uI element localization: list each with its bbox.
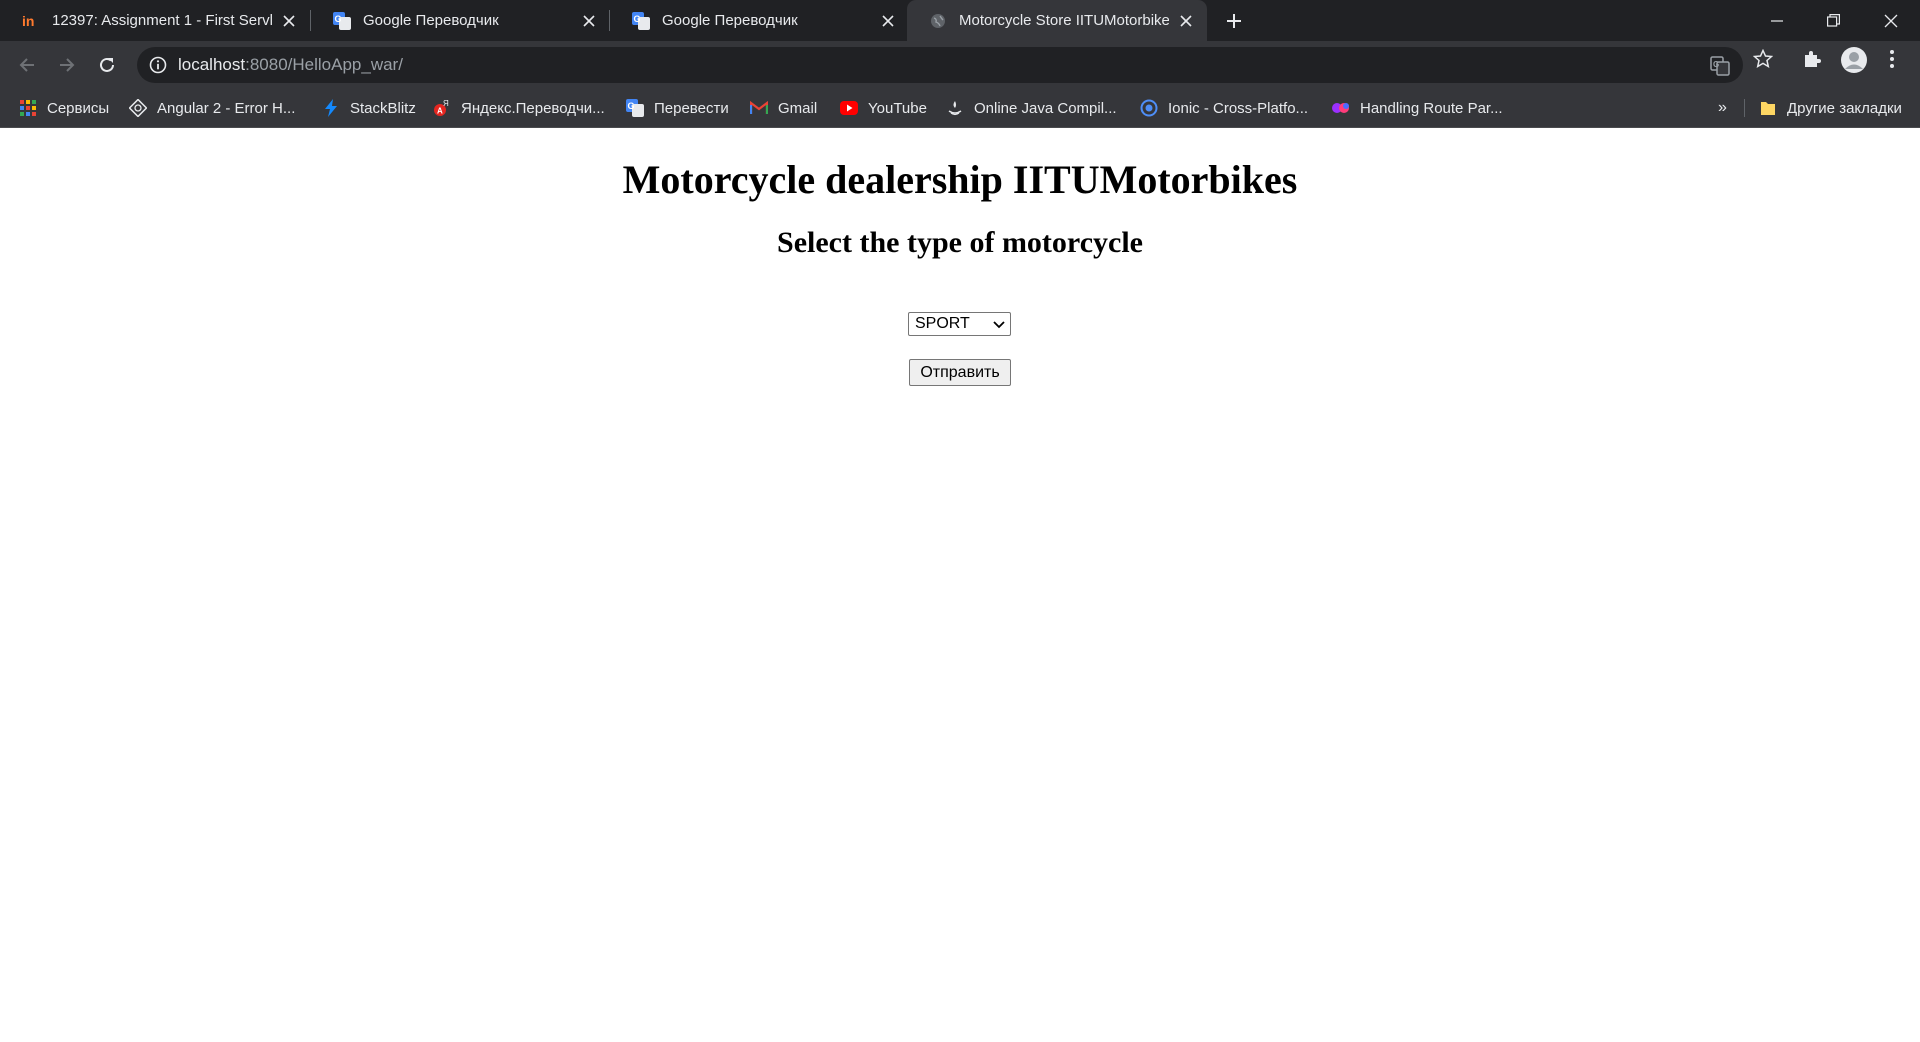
bookmark-label: Ionic - Cross-Platfo... (1168, 99, 1309, 117)
close-icon[interactable] (1177, 12, 1195, 30)
bookmark-other-folder[interactable]: Другие закладки (1759, 96, 1902, 120)
google-translate-icon: G (333, 11, 351, 30)
bookmark-label: Перевести (654, 99, 729, 117)
plus-icon (1227, 14, 1241, 28)
close-icon[interactable] (280, 12, 298, 30)
lightning-icon (322, 99, 340, 117)
bookmark-gmail[interactable]: Gmail (750, 96, 817, 120)
svg-text:Я: Я (443, 99, 449, 108)
bookmark-label: StackBlitz (350, 99, 416, 117)
globe-icon (929, 12, 947, 30)
arrow-left-icon (19, 58, 34, 72)
minimize-button[interactable] (1748, 0, 1806, 41)
bookmark-perevesti[interactable]: G Перевести (626, 96, 729, 120)
page-subheading: Select the type of motorcycle (777, 226, 1143, 259)
apps-grid-icon (19, 99, 37, 117)
extensions-icon[interactable] (1802, 49, 1822, 69)
profile-avatar[interactable] (1840, 46, 1868, 74)
address-bar[interactable]: localhost:8080/HelloApp_war/ G (137, 47, 1743, 83)
forward-button[interactable] (51, 49, 83, 81)
bookmark-handling-route[interactable]: Handling Route Par... (1332, 96, 1503, 120)
ionic-icon (1140, 99, 1158, 117)
route-icon (1332, 99, 1350, 117)
bookmark-services[interactable]: Сервисы (19, 96, 109, 120)
tab-title: Google Переводчик (363, 12, 499, 29)
restore-button[interactable] (1804, 0, 1862, 41)
bookmark-label: Handling Route Par... (1360, 99, 1503, 117)
svg-text:G: G (628, 101, 635, 111)
minimize-icon (1771, 19, 1783, 22)
menu-kebab-icon[interactable] (1882, 49, 1902, 69)
bookmarks-separator (1744, 99, 1745, 117)
chevron-down-icon (993, 321, 1005, 329)
bookmark-yandex-translate[interactable]: AЯ Яндекс.Переводчи... (433, 96, 605, 120)
svg-text:G: G (335, 14, 342, 24)
reload-button[interactable] (91, 49, 123, 81)
svg-text:in: in (22, 14, 34, 28)
new-tab-button[interactable] (1221, 8, 1247, 34)
reload-icon (100, 57, 114, 72)
translate-page-icon[interactable]: G (1710, 56, 1730, 76)
google-translate-icon: G (626, 99, 644, 117)
bookmark-stackblitz[interactable]: StackBlitz (322, 96, 416, 120)
folder-icon (1759, 99, 1777, 117)
bookmark-angular[interactable]: Angular 2 - Error H... (129, 96, 295, 120)
tab-title: Motorcycle Store IITUMotorbikes (959, 12, 1169, 29)
submit-button[interactable]: Отправить (909, 359, 1011, 386)
bookmark-label: YouTube (868, 99, 927, 117)
close-icon (1884, 14, 1898, 27)
tab-motorcycle-store[interactable]: Motorcycle Store IITUMotorbikes (907, 0, 1207, 41)
bookmarks-overflow-button[interactable]: » (1718, 96, 1727, 120)
close-window-button[interactable] (1862, 0, 1920, 41)
tab-strip: in 12397: Assignment 1 - First Servl G G… (0, 0, 1920, 41)
invision-logo-icon: in (22, 12, 40, 30)
bookmark-label: Gmail (778, 99, 818, 117)
gmail-icon (750, 99, 768, 117)
bookmark-ionic[interactable]: Ionic - Cross-Platfo... (1140, 96, 1308, 120)
bookmark-youtube[interactable]: YouTube (840, 96, 927, 120)
browser-toolbar: localhost:8080/HelloApp_war/ G (0, 41, 1920, 89)
back-button[interactable] (11, 49, 43, 81)
svg-text:G: G (1713, 60, 1719, 69)
bookmark-label: Angular 2 - Error H... (157, 99, 296, 117)
angular-icon (129, 99, 147, 117)
bookmark-label: Яндекс.Переводчи... (461, 99, 605, 117)
tab-title: Google Переводчик (662, 12, 798, 29)
bookmark-star-icon[interactable] (1753, 49, 1773, 69)
tab-assignment[interactable]: in 12397: Assignment 1 - First Servl (0, 0, 310, 41)
info-icon[interactable] (149, 56, 167, 74)
close-icon[interactable] (879, 12, 897, 30)
bookmarks-bar: Сервисы Angular 2 - Error H... StackBlit… (0, 89, 1920, 128)
motorcycle-type-select[interactable]: SPORT (908, 312, 1011, 336)
restore-icon (1826, 14, 1840, 27)
java-icon (946, 99, 964, 117)
url-text[interactable]: localhost:8080/HelloApp_war/ (178, 47, 403, 83)
bookmark-online-java[interactable]: Online Java Compil... (946, 96, 1117, 120)
page-content: Motorcycle dealership IITUMotorbikes Sel… (0, 128, 1920, 1042)
tab-google-translate-1[interactable]: G Google Переводчик (311, 0, 610, 41)
bookmark-label: Сервисы (47, 99, 110, 117)
tab-title: 12397: Assignment 1 - First Servl (52, 12, 272, 29)
bookmark-label: Другие закладки (1787, 99, 1902, 117)
google-translate-icon: G (632, 11, 650, 30)
page-heading: Motorcycle dealership IITUMotorbikes (622, 157, 1298, 202)
yandex-translate-icon: AЯ (433, 99, 451, 117)
url-host: localhost (178, 55, 246, 74)
tab-google-translate-2[interactable]: G Google Переводчик (610, 0, 909, 41)
bookmark-label: Online Java Compil... (974, 99, 1117, 117)
close-icon[interactable] (580, 12, 598, 30)
avatar-icon (1841, 47, 1867, 73)
youtube-icon (840, 99, 858, 117)
url-path: :8080/HelloApp_war/ (245, 55, 403, 74)
arrow-right-icon (60, 58, 75, 72)
svg-text:G: G (634, 14, 641, 24)
select-value: SPORT (915, 315, 970, 332)
